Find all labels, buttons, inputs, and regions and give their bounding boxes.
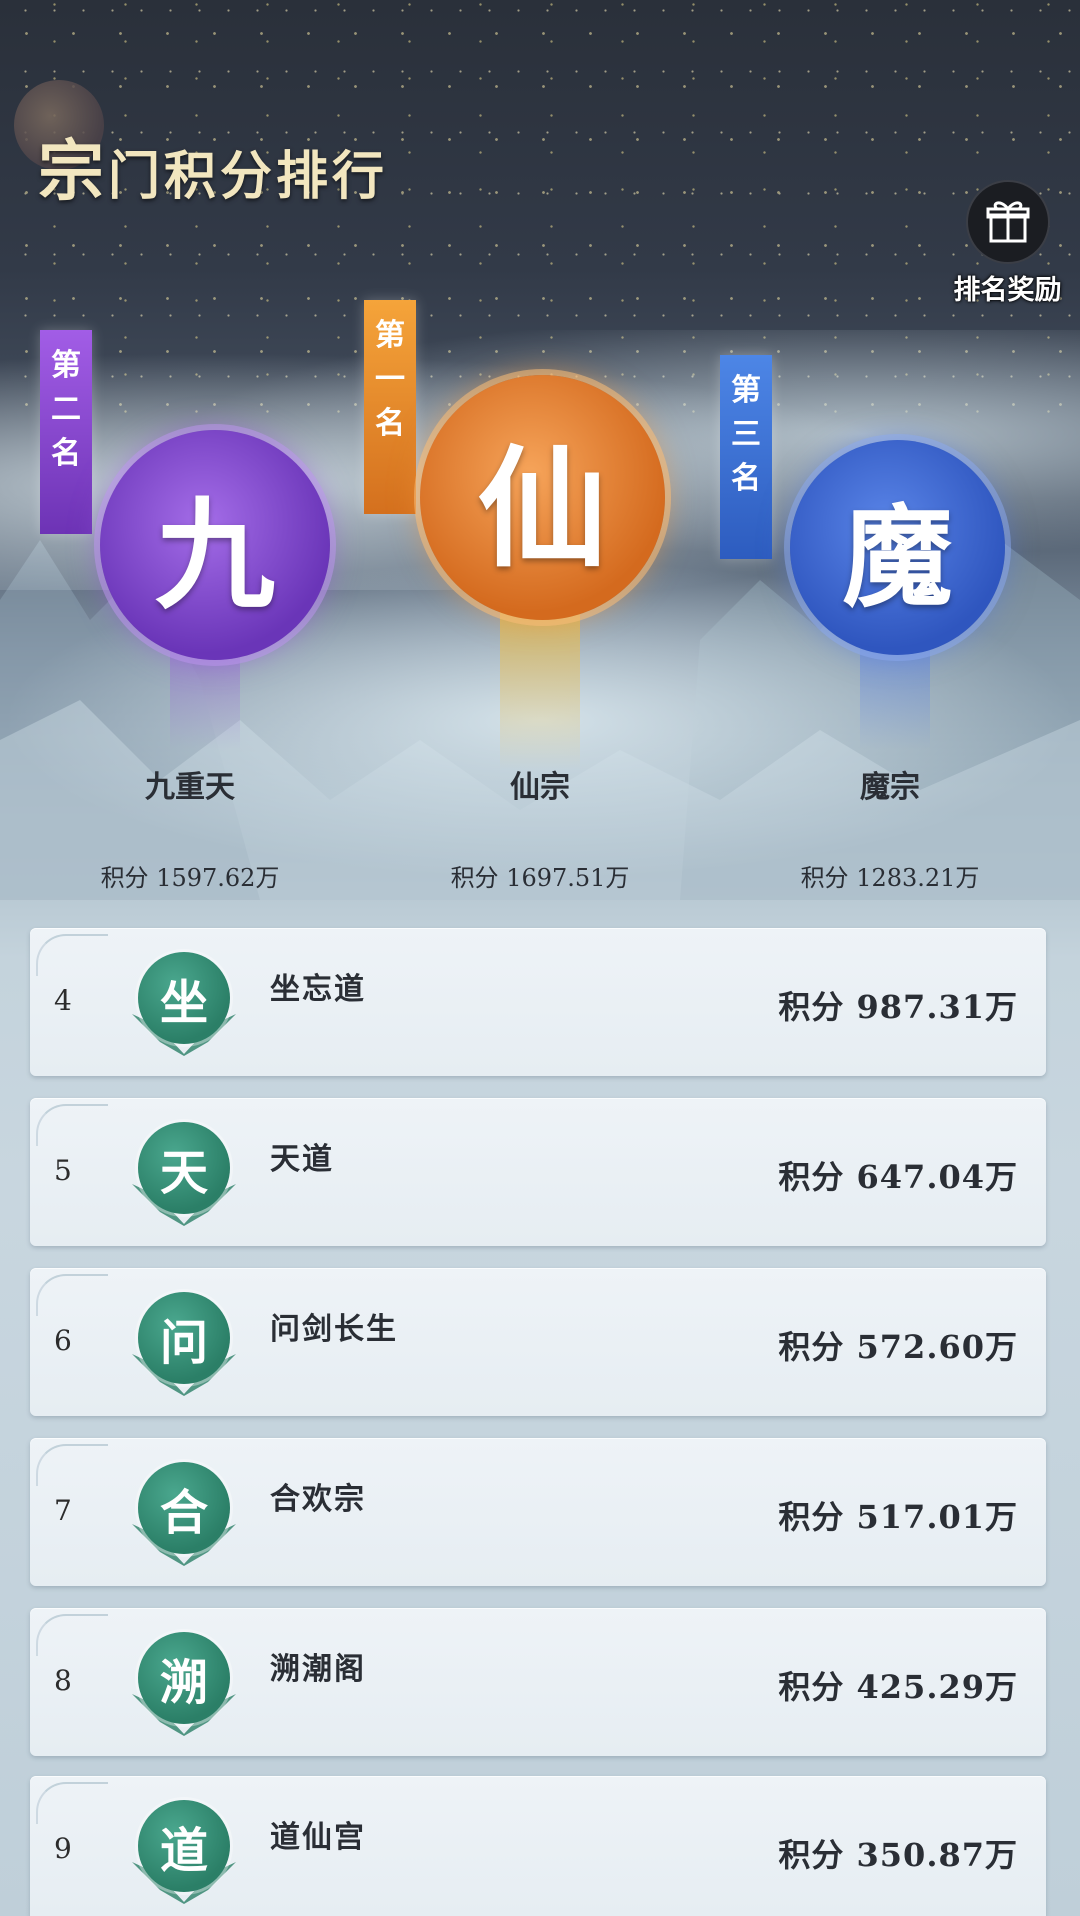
sect-name: 九重天 [145, 770, 235, 805]
rank-number: 4 [54, 984, 72, 1017]
sect-score: 积分 647.04万 [778, 1158, 1018, 1196]
sect-badge: 合 [128, 1456, 240, 1568]
page-title: 宗门积分排行 [38, 132, 389, 210]
sect-name: 魔宗 [860, 770, 920, 805]
ranking-row[interactable]: 6 问 问剑长生 积分 572.60万 [30, 1268, 1046, 1416]
sect-badge: 溯 [128, 1626, 240, 1738]
rank-number: 9 [54, 1832, 72, 1865]
sect-name: 问剑长生 [270, 1312, 398, 1347]
sect-score: 积分 572.60万 [778, 1328, 1018, 1366]
sect-badge: 问 [128, 1286, 240, 1398]
sect-badge: 坐 [128, 946, 240, 1058]
place-banner-second: 第二名 [40, 330, 92, 534]
sect-score: 积分 350.87万 [778, 1836, 1018, 1874]
sect-score: 积分 517.01万 [778, 1498, 1018, 1536]
corner-decoration [36, 934, 108, 976]
ranking-row[interactable]: 9 道 道仙宫 积分 350.87万 [30, 1776, 1046, 1916]
sect-score: 积分 987.31万 [778, 988, 1018, 1026]
sect-score: 积分 425.29万 [778, 1668, 1018, 1706]
ranking-row[interactable]: 5 天 天道 积分 647.04万 [30, 1098, 1046, 1246]
sect-emblem-mozong[interactable]: 魔 [790, 440, 1005, 655]
rank-number: 8 [54, 1664, 72, 1697]
ranking-row[interactable]: 4 坐 坐忘道 积分 987.31万 [30, 928, 1046, 1076]
sect-emblem-xianzong[interactable]: 仙 [420, 375, 665, 620]
sect-badge: 天 [128, 1116, 240, 1228]
sect-name: 天道 [270, 1142, 334, 1177]
rank-number: 5 [54, 1154, 72, 1187]
corner-decoration [36, 1614, 108, 1656]
corner-decoration [36, 1782, 108, 1824]
ranking-reward-label: 排名奖励 [953, 275, 1062, 306]
sect-name: 坐忘道 [270, 972, 366, 1007]
sect-score: 积分 1283.21万 [800, 864, 980, 892]
corner-decoration [36, 1444, 108, 1486]
rank-number: 7 [54, 1494, 72, 1527]
corner-decoration [36, 1274, 108, 1316]
sect-name: 道仙宫 [270, 1820, 366, 1855]
ranking-row[interactable]: 7 合 合欢宗 积分 517.01万 [30, 1438, 1046, 1586]
sect-name: 仙宗 [510, 770, 570, 805]
sect-score: 积分 1597.62万 [100, 864, 280, 892]
ranking-reward-button[interactable]: 排名奖励 [935, 180, 1080, 306]
sect-badge: 道 [128, 1794, 240, 1906]
sect-name: 溯潮阁 [270, 1652, 366, 1687]
ranking-row[interactable]: 8 溯 溯潮阁 积分 425.29万 [30, 1608, 1046, 1756]
rank-number: 6 [54, 1324, 72, 1357]
gift-icon [965, 180, 1050, 264]
sect-name: 合欢宗 [270, 1482, 366, 1517]
place-banner-third: 第三名 [720, 355, 772, 559]
sect-score: 积分 1697.51万 [450, 864, 630, 892]
place-banner-first: 第一名 [364, 300, 416, 514]
corner-decoration [36, 1104, 108, 1146]
sect-emblem-jiuchongtian[interactable]: 九 [100, 430, 330, 660]
